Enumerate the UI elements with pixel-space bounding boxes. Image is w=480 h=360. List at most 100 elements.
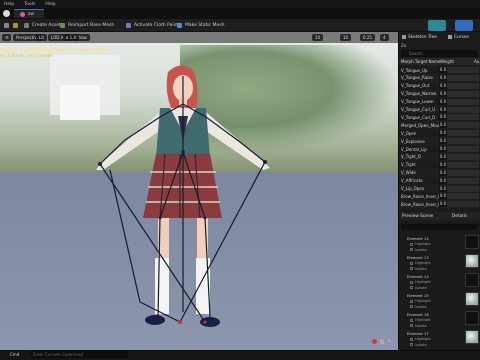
create-asset-button[interactable]: Create Asset <box>24 21 61 30</box>
material-thumbnail[interactable] <box>465 292 479 306</box>
rotation-snap-button[interactable]: 10 <box>340 34 352 41</box>
morph-target-weight-input[interactable]: 0.0 <box>439 67 447 73</box>
morph-target-weight-slider[interactable] <box>447 185 479 192</box>
browse-button[interactable] <box>13 21 21 30</box>
morph-target-weight-input[interactable]: 0.0 <box>439 106 447 113</box>
material-thumbnail[interactable] <box>465 254 479 268</box>
menu-item-help-2[interactable]: Help <box>45 2 55 7</box>
tab-skeleton-tree[interactable]: Skeleton Tree <box>402 33 437 41</box>
isolate-checkbox[interactable]: Isolate <box>410 267 427 271</box>
morph-target-weight-slider[interactable] <box>447 193 479 200</box>
header-auto[interactable]: Au <box>474 59 479 64</box>
highlight-checkbox[interactable]: Highlight <box>410 242 431 246</box>
morph-target-row[interactable]: V_Wide 0.0 <box>399 168 480 177</box>
morph-target-weight-slider[interactable] <box>447 74 479 81</box>
save-button[interactable] <box>4 21 12 30</box>
morph-target-row[interactable]: Merged_Open_Mouth 0.0 <box>399 121 480 130</box>
morph-target-weight-slider[interactable] <box>447 90 479 97</box>
morph-target-weight-input[interactable]: 0.0 <box>439 185 447 192</box>
character-mode-button[interactable] <box>428 20 446 31</box>
play-icon[interactable] <box>388 339 392 343</box>
morph-target-row[interactable]: V_Open 0.0 <box>399 129 480 138</box>
morph-target-weight-slider[interactable] <box>447 177 479 184</box>
morph-target-weight-input[interactable]: 0.0 <box>439 98 447 105</box>
grid-snap-button[interactable]: 10 <box>312 34 324 41</box>
morph-target-row[interactable]: V_Tongue_Narrow 0.0 <box>399 89 480 98</box>
morph-target-weight-slider[interactable] <box>447 146 479 152</box>
morph-target-weight-input[interactable]: 0.0 <box>439 177 447 184</box>
isolate-checkbox[interactable]: Isolate <box>410 305 427 309</box>
isolate-checkbox[interactable]: Isolate <box>410 248 427 252</box>
morph-target-row[interactable]: V_Tongue_Lower 0.0 <box>399 97 480 106</box>
material-thumbnail[interactable] <box>465 311 479 325</box>
morph-target-row[interactable]: V_Explosive 0.0 <box>399 137 480 145</box>
morph-target-row[interactable]: V_Tongue_Curl_D 0.0 <box>399 113 480 122</box>
morph-target-weight-input[interactable]: 0.0 <box>439 130 447 137</box>
camera-speed-button[interactable]: 4 <box>380 34 389 41</box>
highlight-checkbox[interactable]: Highlight <box>410 299 431 303</box>
morph-target-row[interactable]: V_Tongue_Out 0.0 <box>399 81 480 90</box>
morph-target-row[interactable]: V_Dental_Lip 0.0 <box>399 145 480 153</box>
header-weight[interactable]: Weight <box>440 59 454 64</box>
morph-target-row[interactable]: V_Tongue_Raise 0.0 <box>399 73 480 82</box>
morph-target-weight-input[interactable]: 0.0 <box>439 82 447 89</box>
morph-target-row[interactable]: V_Tongue_Curl_U 0.0 <box>399 105 480 114</box>
material-thumbnail[interactable] <box>465 330 479 344</box>
record-icon[interactable] <box>372 339 377 344</box>
morph-target-weight-slider[interactable] <box>447 98 479 105</box>
morph-target-row[interactable]: V_Tight_O 0.0 <box>399 152 480 161</box>
morph-target-weight-input[interactable]: 0.0 <box>439 114 447 121</box>
morph-target-weight-slider[interactable] <box>447 67 479 73</box>
menu-item-tools[interactable]: Tools <box>24 2 35 7</box>
morph-target-weight-input[interactable]: 0.0 <box>439 74 447 81</box>
make-static-mesh-button[interactable]: Make Static Mesh <box>177 21 224 30</box>
activate-cloth-paint-button[interactable]: Activate Cloth Paint <box>126 21 178 30</box>
material-thumbnail[interactable] <box>465 235 479 249</box>
isolate-checkbox[interactable]: Isolate <box>410 286 427 290</box>
reimport-button[interactable]: Reimport Base Mesh <box>60 21 114 30</box>
scale-snap-button[interactable]: 0.25 <box>360 34 375 41</box>
morph-target-weight-slider[interactable] <box>447 82 479 89</box>
morph-target-weight-slider[interactable] <box>447 138 479 145</box>
material-thumbnail[interactable] <box>465 273 479 287</box>
isolate-checkbox[interactable]: Isolate <box>410 324 427 328</box>
details-search-input[interactable] <box>401 224 478 230</box>
morph-target-weight-input[interactable]: 0.0 <box>439 201 447 208</box>
morph-target-weight-slider[interactable] <box>447 114 479 121</box>
morph-target-row[interactable]: V_Lip_Open 0.0 <box>399 184 480 193</box>
highlight-checkbox[interactable]: Highlight <box>410 261 431 265</box>
morph-target-weight-slider[interactable] <box>447 153 479 160</box>
morph-target-row[interactable]: Brow_Raise_Inner_L 0.0 <box>399 192 480 201</box>
highlight-checkbox[interactable]: Highlight <box>410 337 431 341</box>
morph-target-weight-slider[interactable] <box>447 169 479 176</box>
morph-target-weight-slider[interactable] <box>447 161 479 168</box>
morph-target-weight-input[interactable]: 0.0 <box>439 138 447 145</box>
morph-target-weight-slider[interactable] <box>447 122 479 129</box>
skeleton-mode-button[interactable] <box>455 20 473 31</box>
tab-asset[interactable]: zw <box>14 9 44 18</box>
viewport-options-button[interactable]: ☰ <box>2 34 11 41</box>
speed-x1-button[interactable]: x 1.0 <box>63 34 79 41</box>
tab-details[interactable]: Details <box>452 212 467 220</box>
morph-target-weight-input[interactable]: 0.0 <box>439 122 447 129</box>
cmd-dropdown[interactable]: Cmd <box>10 352 19 357</box>
morph-target-weight-slider[interactable] <box>447 106 479 113</box>
tab-curves[interactable]: Curves <box>448 33 469 41</box>
morph-target-weight-input[interactable]: 0.0 <box>439 90 447 97</box>
morph-search-input[interactable]: Search <box>401 50 478 57</box>
morph-target-row[interactable]: V_Tight 0.0 <box>399 160 480 169</box>
tab-preview-scene[interactable]: Preview Scene <box>402 212 433 220</box>
morph-target-weight-slider[interactable] <box>447 201 479 208</box>
menu-item-help[interactable]: Help <box>4 2 14 7</box>
morph-target-weight-input[interactable]: 0.0 <box>439 193 447 200</box>
morph-target-weight-input[interactable]: 0.0 <box>439 146 447 152</box>
header-name[interactable]: Morph Target Name <box>401 59 440 64</box>
lit-button[interactable]: Lit <box>36 34 47 41</box>
highlight-checkbox[interactable]: Highlight <box>410 280 431 284</box>
morph-target-weight-input[interactable]: 0.0 <box>439 169 447 176</box>
morph-target-row[interactable]: V_Tongue_Up 0.0 <box>399 66 480 74</box>
morph-target-weight-input[interactable]: 0.0 <box>439 153 447 160</box>
morph-target-weight-input[interactable]: 0.0 <box>439 161 447 168</box>
console-command-input[interactable]: Enter Console Command <box>30 351 128 358</box>
skip-start-icon[interactable] <box>380 339 384 344</box>
